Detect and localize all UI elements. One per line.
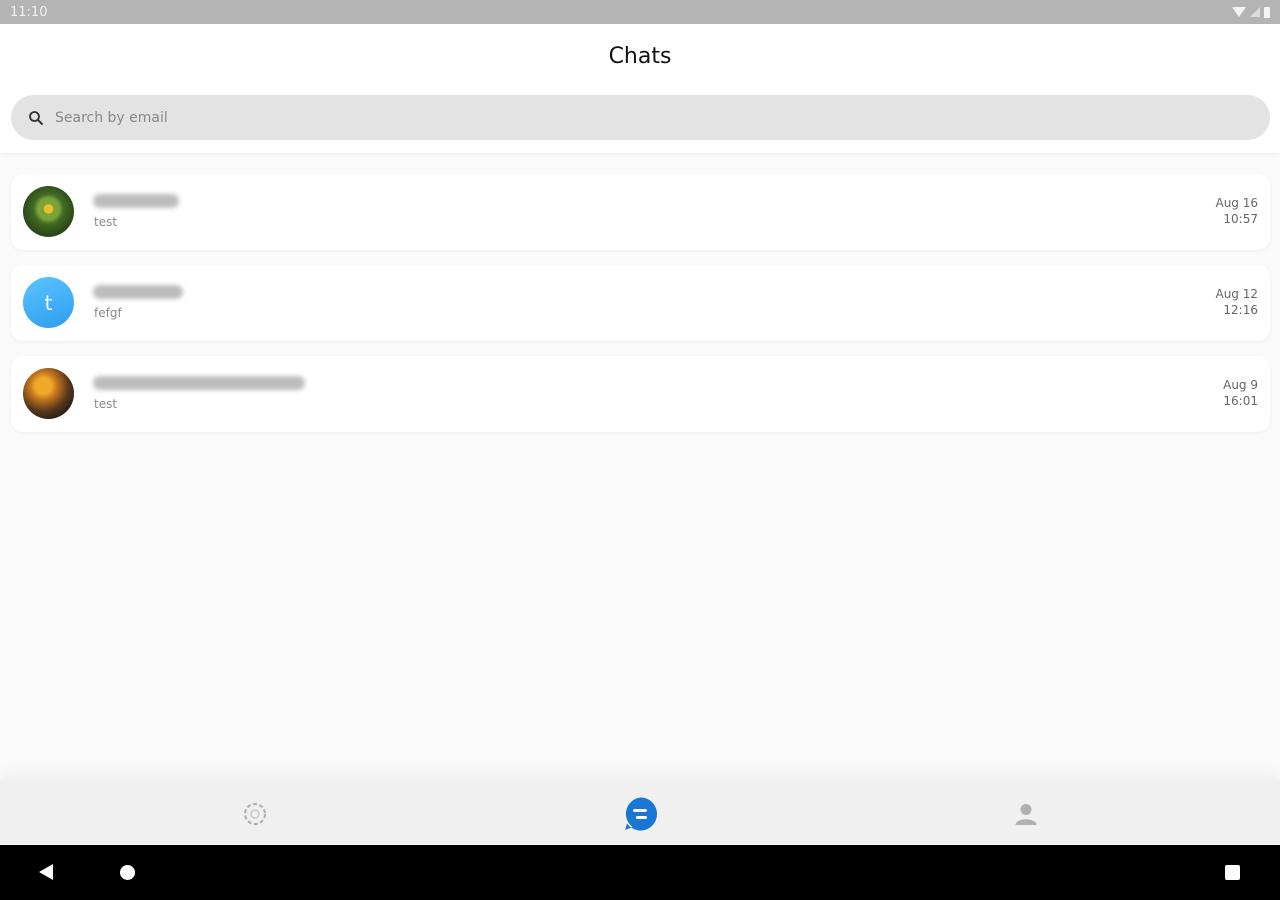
battery-icon [1264, 6, 1270, 18]
avatar: t [23, 277, 74, 328]
system-navigation-bar [0, 845, 1280, 900]
message-preview: test [94, 397, 118, 411]
search-bar[interactable] [11, 95, 1270, 140]
avatar [23, 368, 74, 419]
message-date: Aug 16 [1215, 196, 1258, 210]
chat-bubble-icon [625, 797, 657, 831]
back-icon[interactable] [39, 864, 53, 880]
chat-list-item[interactable]: test Aug 16 10:57 [11, 174, 1270, 250]
person-icon [1015, 804, 1037, 825]
message-preview: fefgf [94, 306, 122, 320]
home-icon[interactable] [120, 865, 135, 880]
message-timestamp: Aug 9 16:01 [1223, 377, 1258, 409]
status-bar: 11:10 [0, 0, 1280, 24]
status-time: 11:10 [10, 4, 48, 20]
status-icons [1232, 6, 1270, 18]
chat-list-item[interactable]: test Aug 9 16:01 [11, 356, 1270, 432]
app-header: Chats [0, 24, 1280, 153]
message-date: Aug 12 [1215, 287, 1258, 301]
message-date: Aug 9 [1223, 378, 1258, 392]
message-timestamp: Aug 16 10:57 [1215, 195, 1258, 227]
recents-icon[interactable] [1225, 865, 1240, 880]
avatar [23, 186, 74, 237]
nav-chats[interactable] [622, 796, 658, 832]
search-input[interactable] [55, 109, 1155, 126]
contact-name-redacted [93, 285, 183, 299]
search-icon [29, 110, 43, 125]
message-timestamp: Aug 12 12:16 [1215, 286, 1258, 318]
message-time: 12:16 [1223, 303, 1258, 317]
chat-list-item[interactable]: t fefgf Aug 12 12:16 [11, 265, 1270, 341]
nav-profile[interactable] [1008, 796, 1044, 832]
nav-stories[interactable] [237, 796, 273, 832]
message-time: 10:57 [1223, 212, 1258, 226]
wifi-icon [1232, 7, 1246, 17]
stories-icon [243, 802, 267, 826]
message-time: 16:01 [1223, 394, 1258, 408]
chat-list: test Aug 16 10:57 t fefgf Aug 12 12:16 t… [11, 174, 1270, 447]
avatar-letter: t [44, 290, 53, 315]
signal-icon [1250, 7, 1260, 17]
bottom-navigation [0, 780, 1280, 844]
contact-name-redacted [93, 194, 179, 208]
page-title: Chats [608, 44, 672, 69]
message-preview: test [94, 215, 118, 229]
contact-name-redacted [93, 376, 305, 390]
